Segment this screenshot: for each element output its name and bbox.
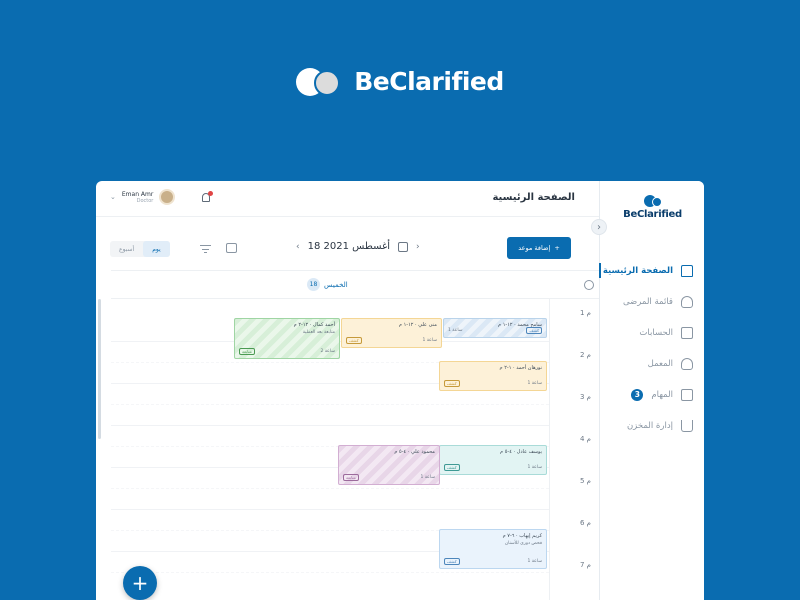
time-label: 2 م <box>579 351 591 359</box>
time-label: 4 م <box>579 435 591 443</box>
sidebar-item-label: إدارة المخزن <box>626 420 673 431</box>
home-icon <box>681 264 693 277</box>
scrollbar[interactable] <box>98 299 101 439</box>
cloud-logo-icon <box>642 195 664 207</box>
appointment-event[interactable]: محمود علي · ٤-٥ م متابعة 1 ساعة <box>338 445 440 485</box>
sidebar-item-tasks[interactable]: 3 المهام <box>599 379 704 410</box>
calendar-header: 18 الخميس <box>111 271 599 299</box>
sidebar-item-label: المعمل <box>647 358 673 369</box>
day-calendar: 18 الخميس 1 م 2 م 3 م 4 م 5 م 6 م 7 م سا… <box>111 270 599 600</box>
sidebar-logo[interactable]: BeClarified <box>600 195 704 220</box>
app-window: BeClarified › الصفحة الرئيسية قائمة المر… <box>96 181 704 600</box>
event-type-badge: كشف <box>526 327 542 334</box>
user-role: Doctor <box>136 197 154 204</box>
time-column: 1 م 2 م 3 م 4 م 5 م 6 م 7 م <box>549 299 599 600</box>
event-type-badge: كشف <box>346 337 362 344</box>
event-type-badge: كشف <box>444 380 460 387</box>
chevron-down-icon: ⌄ <box>110 193 116 201</box>
sidebar-logo-text: BeClarified <box>623 209 682 220</box>
appointment-event[interactable]: أحمد كمال · ١٢-٢ م متابعة بعد العملية مت… <box>234 318 340 359</box>
calendar-icon[interactable] <box>398 241 409 252</box>
time-label: 5 م <box>579 477 591 485</box>
brand-name: BeClarified <box>354 66 504 96</box>
filter-icon[interactable] <box>200 245 211 253</box>
sidebar-item-label: الصفحة الرئيسية <box>602 265 673 276</box>
lab-icon <box>681 357 693 370</box>
sidebar-item-label: الحسابات <box>639 327 673 338</box>
sidebar-item-accounts[interactable]: الحسابات <box>599 317 704 348</box>
sidebar-item-patients[interactable]: قائمة المرضى <box>599 286 704 317</box>
view-week-button[interactable]: أسبوع <box>110 241 143 257</box>
print-icon[interactable] <box>226 243 237 253</box>
cart-icon <box>681 419 693 432</box>
sidebar: BeClarified › الصفحة الرئيسية قائمة المر… <box>591 181 704 600</box>
appointment-event[interactable]: نورهان أحمد · ١-٢ م كشف 1 ساعة <box>439 361 547 391</box>
accounts-icon <box>681 326 693 339</box>
time-label: 3 م <box>579 393 591 401</box>
time-label: 6 م <box>579 519 591 527</box>
brand-header: BeClarified <box>0 66 800 96</box>
appointment-event[interactable]: سامح محمد · ١٢-١ م 1 ساعة كشف <box>443 318 547 338</box>
view-day-button[interactable]: يوم <box>143 241 170 257</box>
event-type-badge: كشف <box>444 558 460 565</box>
sidebar-item-inventory[interactable]: إدارة المخزن <box>599 410 704 441</box>
sidebar-nav: الصفحة الرئيسية قائمة المرضى الحسابات ال… <box>599 255 704 441</box>
day-number: 18 <box>307 278 320 291</box>
sidebar-item-home[interactable]: الصفحة الرئيسية <box>599 255 704 286</box>
tasks-icon <box>681 388 693 401</box>
current-date: 18 أغسطس 2021 <box>307 241 391 252</box>
chevron-right-icon[interactable]: › <box>416 242 420 252</box>
appointment-event[interactable]: يوسف عادل · ٤-٥ م كشف 1 ساعة <box>439 445 547 475</box>
appointment-event[interactable]: منى علي · ١٢-١ م كشف 1 ساعة <box>341 318 442 348</box>
sidebar-item-label: قائمة المرضى <box>622 296 673 307</box>
event-type-badge: متابعة <box>239 348 255 355</box>
notification-dot <box>208 191 213 196</box>
users-icon <box>681 295 693 308</box>
time-label: 7 م <box>579 561 591 569</box>
top-bar: الصفحة الرئيسية ⌄ Eman Amr Doctor <box>96 181 599 217</box>
time-label: 1 م <box>579 309 591 317</box>
chevron-right-icon[interactable]: › <box>591 219 607 235</box>
bell-icon[interactable] <box>200 191 213 204</box>
event-type-badge: متابعة <box>343 474 359 481</box>
day-header[interactable]: 18 الخميس <box>307 278 348 291</box>
event-type-badge: كشف <box>444 464 460 471</box>
calendar-toolbar: أسبوع يوم ‹ 18 أغسطس 2021 › إضافة موعد + <box>96 235 599 263</box>
user-name: Eman Amr <box>121 190 154 198</box>
clock-icon <box>584 280 594 290</box>
view-toggle: أسبوع يوم <box>110 241 170 257</box>
sidebar-item-lab[interactable]: المعمل <box>599 348 704 379</box>
tasks-count-badge: 3 <box>631 388 644 401</box>
plus-icon: + <box>554 244 560 252</box>
user-menu[interactable]: ⌄ Eman Amr Doctor <box>110 189 176 205</box>
avatar <box>159 189 176 205</box>
day-name: الخميس <box>324 280 348 289</box>
chevron-left-icon[interactable]: ‹ <box>296 242 300 252</box>
brand-logo-icon <box>296 66 342 96</box>
page-title: الصفحة الرئيسية <box>492 192 575 203</box>
sidebar-item-label: المهام <box>651 389 673 400</box>
floating-add-button[interactable]: + <box>123 566 157 600</box>
add-appointment-button[interactable]: إضافة موعد + <box>507 237 571 259</box>
appointment-event[interactable]: كريم إيهاب · ٦-٧ م فحص دوري للأسنان كشف 1… <box>439 529 547 569</box>
add-button-label: إضافة موعد <box>518 244 551 252</box>
date-navigator: ‹ 18 أغسطس 2021 › <box>296 241 420 252</box>
